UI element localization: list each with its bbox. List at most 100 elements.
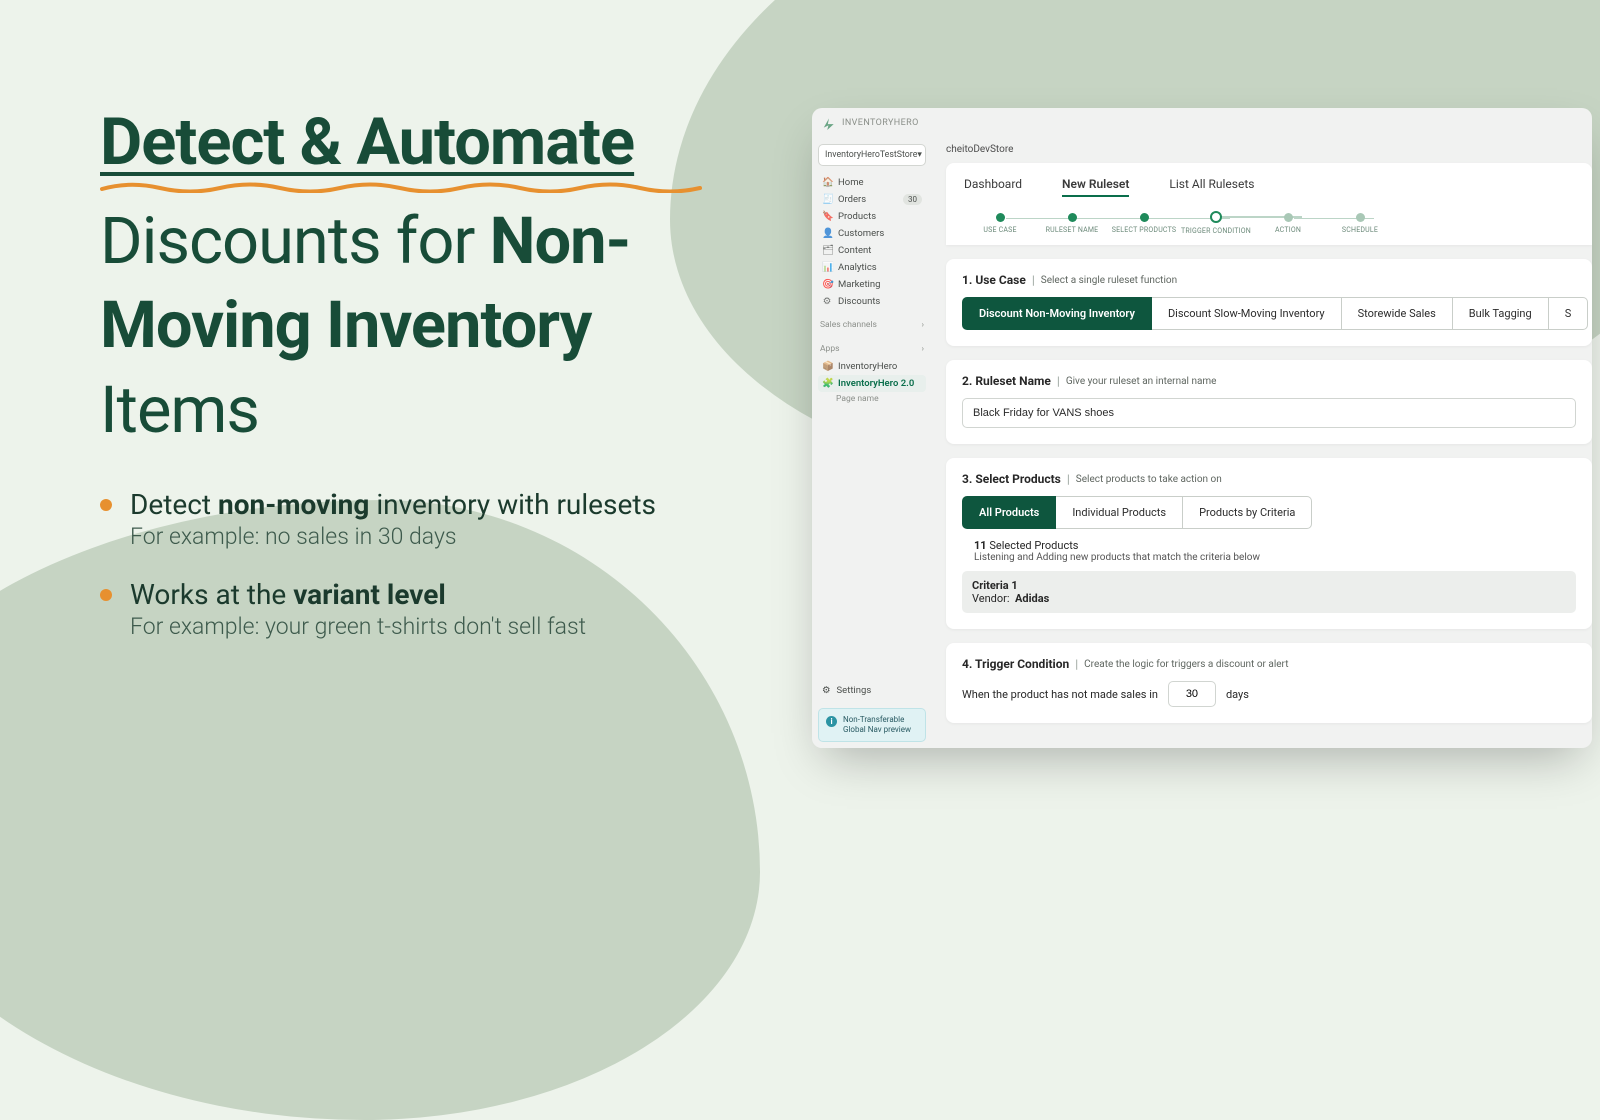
- nav-icon: 🎯: [822, 279, 832, 290]
- step-schedule[interactable]: SCHEDULE: [1324, 213, 1396, 234]
- nav-icon: 👤: [822, 228, 832, 239]
- option-all-products[interactable]: All Products: [962, 496, 1056, 529]
- step-use-case[interactable]: USE CASE: [964, 213, 1036, 234]
- step-circle-icon: [1356, 213, 1365, 222]
- sidebar: InventoryHeroTestStore ▾ 🏠Home🧾Orders30🔖…: [812, 138, 932, 748]
- nav-label: Products: [838, 211, 876, 222]
- nav-icon: ⚙: [822, 296, 832, 307]
- chevron-right-icon: ›: [921, 320, 924, 330]
- chevron-down-icon: ▾: [917, 150, 921, 160]
- app-icon: 📦: [822, 361, 832, 372]
- nav-label: Orders: [838, 194, 866, 205]
- option-storewide-sales[interactable]: Storewide Sales: [1342, 297, 1453, 330]
- sidebar-settings[interactable]: ⚙ Settings: [818, 681, 926, 700]
- sales-channels-label[interactable]: Sales channels›: [820, 320, 924, 330]
- app-window: INVENTORYHERO InventoryHeroTestStore ▾ 🏠…: [812, 108, 1592, 748]
- sidebar-item-discounts[interactable]: ⚙ Discounts: [818, 293, 926, 310]
- nav-label: Discounts: [838, 296, 880, 307]
- nav-label: Home: [838, 177, 864, 188]
- criteria-title: Criteria 1: [972, 579, 1018, 592]
- headline: Detect & Automate Discounts for Non-Movi…: [100, 100, 740, 452]
- step-label: SCHEDULE: [1342, 226, 1378, 234]
- headline-underlined: Detect & Automate: [100, 104, 634, 180]
- sidebar-item-home[interactable]: 🏠 Home: [818, 174, 926, 191]
- brand-logo-icon: [822, 116, 836, 130]
- sidebar-app-inventoryhero[interactable]: 📦 InventoryHero: [818, 358, 926, 375]
- step-action[interactable]: ACTION: [1252, 213, 1324, 234]
- tab-new-ruleset[interactable]: New Ruleset: [1062, 177, 1129, 197]
- sidebar-item-customers[interactable]: 👤Customers: [818, 225, 926, 242]
- nav-icon: 🧾: [822, 194, 832, 205]
- bullet-1: Detect non-moving inventory with ruleset…: [100, 488, 740, 550]
- section-use-case: 1. Use Case | Select a single ruleset fu…: [946, 259, 1592, 346]
- sidebar-app-inventoryhero-2.0[interactable]: 🧩InventoryHero 2.0: [818, 375, 926, 392]
- app-label: InventoryHero: [838, 361, 897, 372]
- step-ruleset-name[interactable]: RULESET NAME: [1036, 213, 1108, 234]
- bullet-list: Detect non-moving inventory with ruleset…: [100, 488, 740, 640]
- step-circle-icon: [1284, 213, 1293, 222]
- bullet-1-line1: Detect non-moving inventory with ruleset…: [130, 488, 656, 521]
- product-scope-options: All ProductsIndividual ProductsProducts …: [962, 496, 1576, 529]
- info-line-2: Global Nav preview: [843, 725, 919, 735]
- step-circle-icon: [1140, 213, 1149, 222]
- bullet-dot-icon: [100, 499, 112, 511]
- option-discount-non-moving-inventory[interactable]: Discount Non-Moving Inventory: [962, 297, 1152, 330]
- option-s[interactable]: S: [1549, 297, 1589, 330]
- tabs-card: Dashboard New Ruleset List All Rulesets US…: [946, 163, 1592, 245]
- nav-icon: 🏠: [822, 177, 832, 188]
- tab-list-all-rulesets[interactable]: List All Rulesets: [1169, 177, 1254, 197]
- step-label: SELECT PRODUCTS: [1112, 226, 1177, 234]
- trigger-post-text: days: [1226, 688, 1249, 701]
- main-panel: cheitoDevStore Dashboard New Ruleset List …: [932, 138, 1592, 748]
- step-circle-icon: [1068, 213, 1077, 222]
- selected-count: 11 Selected Products: [974, 539, 1576, 552]
- sidebar-item-content[interactable]: 🗂 Content: [818, 242, 926, 259]
- section-title: 2. Ruleset Name: [962, 374, 1051, 388]
- sidebar-item-marketing[interactable]: 🎯 Marketing: [818, 276, 926, 293]
- chevron-right-icon: ›: [921, 344, 924, 354]
- step-label: USE CASE: [983, 226, 1016, 234]
- sidebar-item-orders[interactable]: 🧾Orders30: [818, 191, 926, 208]
- bullet-dot-icon: [100, 589, 112, 601]
- tab-dashboard[interactable]: Dashboard: [964, 177, 1022, 197]
- ruleset-name-input[interactable]: [962, 398, 1576, 428]
- nav-icon: 🔖: [822, 211, 832, 222]
- apps-label[interactable]: Apps›: [820, 344, 924, 354]
- section-hint: Select products to take action on: [1076, 474, 1222, 485]
- section-trigger: 4. Trigger Condition | Create the logic …: [946, 643, 1592, 723]
- section-title: 1. Use Case: [962, 273, 1026, 287]
- option-products-by-criteria[interactable]: Products by Criteria: [1183, 496, 1312, 529]
- brand-name: INVENTORYHERO: [842, 118, 919, 128]
- nav-label: Marketing: [838, 279, 880, 290]
- option-discount-slow-moving-inventory[interactable]: Discount Slow-Moving Inventory: [1152, 297, 1342, 330]
- option-bulk-tagging[interactable]: Bulk Tagging: [1453, 297, 1549, 330]
- info-line-1: Non-Transferable: [843, 715, 919, 725]
- store-selector[interactable]: InventoryHeroTestStore ▾: [818, 144, 926, 166]
- step-trigger-condition[interactable]: TRIGGER CONDITION: [1180, 211, 1252, 235]
- step-circle-icon: [996, 213, 1005, 222]
- bullet-2-line2: For example: your green t-shirts don't s…: [130, 613, 586, 640]
- option-individual-products[interactable]: Individual Products: [1056, 496, 1183, 529]
- nav-label: Content: [838, 245, 871, 256]
- store-name: cheitoDevStore: [946, 144, 1592, 155]
- criteria-value: Adidas: [1015, 592, 1049, 605]
- nav-icon: 🗂: [822, 245, 832, 256]
- marketing-copy: Detect & Automate Discounts for Non-Movi…: [100, 100, 740, 668]
- bullet-2-line1: Works at the variant level: [130, 578, 586, 611]
- trigger-days-input[interactable]: [1168, 681, 1216, 707]
- trigger-pre-text: When the product has not made sales in: [962, 688, 1158, 701]
- step-circle-icon: [1210, 211, 1222, 223]
- criteria-box: Criteria 1 Vendor: Adidas: [962, 571, 1576, 613]
- section-select-products: 3. Select Products | Select products to …: [946, 458, 1592, 629]
- step-select-products[interactable]: SELECT PRODUCTS: [1108, 213, 1180, 234]
- headline-text-2: Items: [100, 372, 259, 448]
- info-callout: Non-Transferable Global Nav preview: [818, 708, 926, 742]
- step-label: RULESET NAME: [1046, 226, 1099, 234]
- nav-icon: 📊: [822, 262, 832, 273]
- page-name-label: Page name: [818, 394, 926, 404]
- stepper: USE CASE RULESET NAME SELECT PRODUCTSTRIGG…: [964, 211, 1574, 235]
- section-ruleset-name: 2. Ruleset Name | Give your ruleset an i…: [946, 360, 1592, 444]
- sidebar-item-products[interactable]: 🔖 Products: [818, 208, 926, 225]
- app-icon: 🧩: [822, 378, 832, 389]
- sidebar-item-analytics[interactable]: 📊Analytics: [818, 259, 926, 276]
